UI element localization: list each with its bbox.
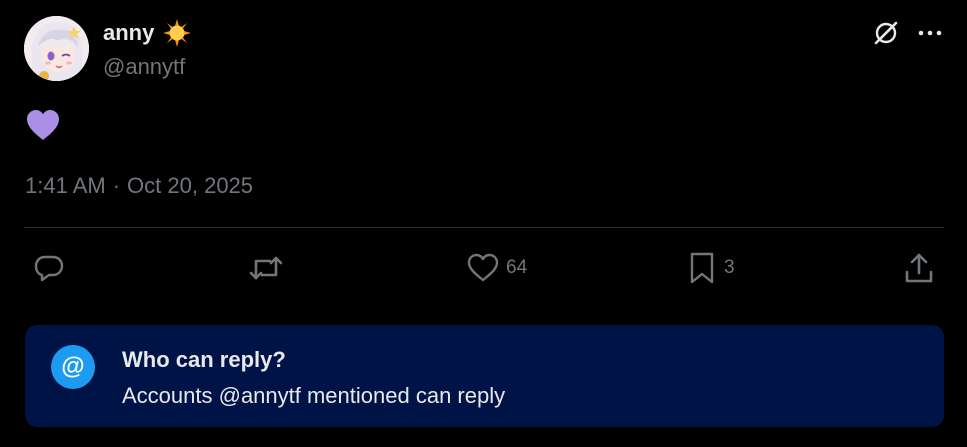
post-detail: anny @annytf 1:41 AM · Oct 20, 2025 64 3… — [0, 0, 967, 447]
repost-button[interactable] — [246, 248, 292, 288]
reply-icon — [34, 255, 64, 282]
like-heart-icon — [467, 253, 499, 282]
repost-icon — [249, 256, 283, 280]
reply-restriction-title: Who can reply? — [122, 347, 286, 372]
purple-heart-emoji-icon — [27, 110, 59, 140]
action-bar: 64 3 — [24, 248, 944, 288]
post-time: 1:41 AM — [25, 173, 106, 198]
timestamp-separator: · — [112, 173, 121, 198]
display-name[interactable]: anny — [103, 20, 154, 46]
more-options-icon[interactable] — [917, 20, 943, 46]
post-date: Oct 20, 2025 — [127, 173, 254, 198]
bookmark-button[interactable]: 3 — [686, 248, 735, 288]
bookmark-count: 3 — [724, 257, 735, 278]
like-count: 64 — [506, 257, 528, 278]
like-button[interactable]: 64 — [466, 248, 527, 288]
avatar-image — [24, 16, 89, 81]
author-handle[interactable]: @annytf — [103, 54, 185, 80]
reply-restriction-notice: @ Who can reply? Accounts @annytf mentio… — [25, 325, 944, 427]
share-button[interactable] — [902, 248, 936, 288]
grok-icon[interactable] — [871, 18, 901, 48]
author-name-row: anny — [103, 19, 192, 47]
sun-emoji-icon — [163, 19, 192, 47]
post-top-actions — [871, 18, 943, 48]
avatar[interactable] — [24, 16, 89, 81]
post-timestamp[interactable]: 1:41 AM · Oct 20, 2025 — [25, 172, 253, 200]
reply-button[interactable] — [32, 248, 72, 288]
bookmark-icon — [690, 252, 714, 284]
divider — [24, 227, 944, 228]
reply-restriction-description: Accounts @annytf mentioned can reply — [122, 383, 506, 408]
share-icon — [905, 253, 933, 283]
mention-at-icon: @ — [51, 345, 95, 389]
